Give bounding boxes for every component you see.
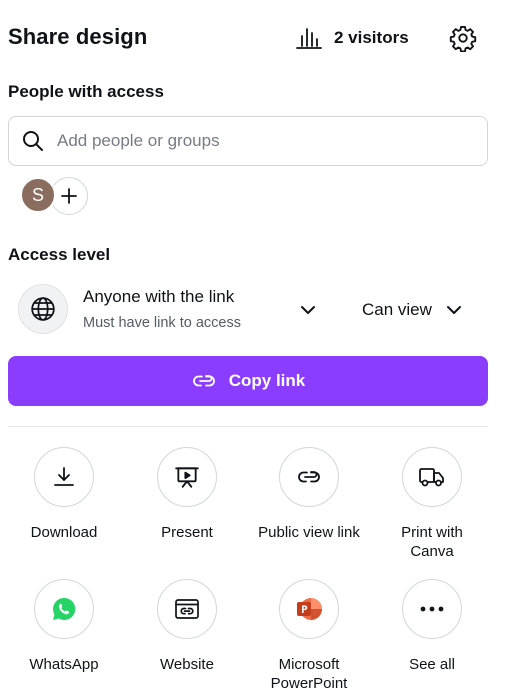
- gear-icon: [449, 25, 477, 52]
- action-website[interactable]: Website: [125, 579, 249, 674]
- website-icon: [175, 599, 199, 619]
- chevron-down-icon: [301, 306, 315, 314]
- action-label: WhatsApp: [29, 656, 99, 673]
- action-download[interactable]: Download: [2, 447, 126, 542]
- link-access-dropdown[interactable]: [296, 298, 320, 322]
- search-icon: [23, 131, 43, 151]
- panel-title: Share design: [8, 24, 148, 49]
- action-icon-circle: [34, 447, 94, 507]
- link-access-subtext: Must have link to access: [83, 315, 241, 331]
- action-icon-circle: [157, 579, 217, 639]
- link-icon: [298, 471, 320, 483]
- download-icon: [54, 467, 74, 486]
- plus-icon: [61, 188, 77, 204]
- action-microsoft-powerpoint[interactable]: Microsoft PowerPoint: [247, 579, 371, 693]
- action-label: Download: [30, 524, 98, 541]
- action-label: Microsoft PowerPoint: [270, 656, 348, 692]
- avatar[interactable]: S: [20, 177, 56, 213]
- action-icon-circle: [402, 579, 462, 639]
- action-whatsapp[interactable]: WhatsApp: [2, 579, 126, 674]
- action-icon-circle: [157, 447, 217, 507]
- action-label: Present: [161, 524, 213, 541]
- people-search-input[interactable]: [57, 131, 457, 151]
- action-icon-circle: [279, 579, 339, 639]
- action-label: See all: [409, 656, 455, 673]
- access-heading: Access level: [8, 245, 111, 264]
- action-label: Website: [160, 656, 214, 673]
- action-see-all[interactable]: See all: [370, 579, 494, 674]
- visitors-button[interactable]: 2 visitors: [296, 24, 409, 52]
- copy-link-label: Copy link: [228, 371, 306, 390]
- whatsapp-icon: [53, 597, 76, 620]
- action-present[interactable]: Present: [125, 447, 249, 542]
- link-access-setting[interactable]: Anyone with the link: [83, 287, 234, 307]
- action-public-view-link[interactable]: Public view link: [247, 447, 371, 542]
- action-label: Public view link: [258, 524, 360, 541]
- share-panel: Share design 2 visitors People with acce…: [0, 0, 505, 698]
- permission-label: Can view: [362, 300, 432, 319]
- people-heading: People with access: [8, 82, 164, 101]
- action-print-with-canva[interactable]: Print with Canva: [370, 447, 494, 561]
- divider: [8, 426, 488, 427]
- globe-icon-badge: [18, 284, 68, 334]
- action-icon-circle: [402, 447, 462, 507]
- powerpoint-icon: [297, 598, 322, 620]
- copy-link-button[interactable]: Copy link: [8, 356, 488, 406]
- truck-icon: [419, 468, 444, 487]
- bar-chart-icon: [296, 28, 322, 49]
- present-icon: [175, 467, 199, 488]
- action-icon-circle: [279, 447, 339, 507]
- action-label: Print with Canva: [401, 524, 463, 560]
- globe-icon: [31, 297, 55, 321]
- people-search[interactable]: [8, 116, 488, 166]
- more-icon: [420, 606, 444, 612]
- link-icon: [192, 375, 215, 387]
- permission-dropdown[interactable]: Can view: [362, 298, 462, 322]
- chevron-down-icon: [446, 306, 461, 314]
- settings-button[interactable]: [448, 23, 478, 53]
- action-icon-circle: [34, 579, 94, 639]
- visitors-label: 2 visitors: [334, 28, 409, 47]
